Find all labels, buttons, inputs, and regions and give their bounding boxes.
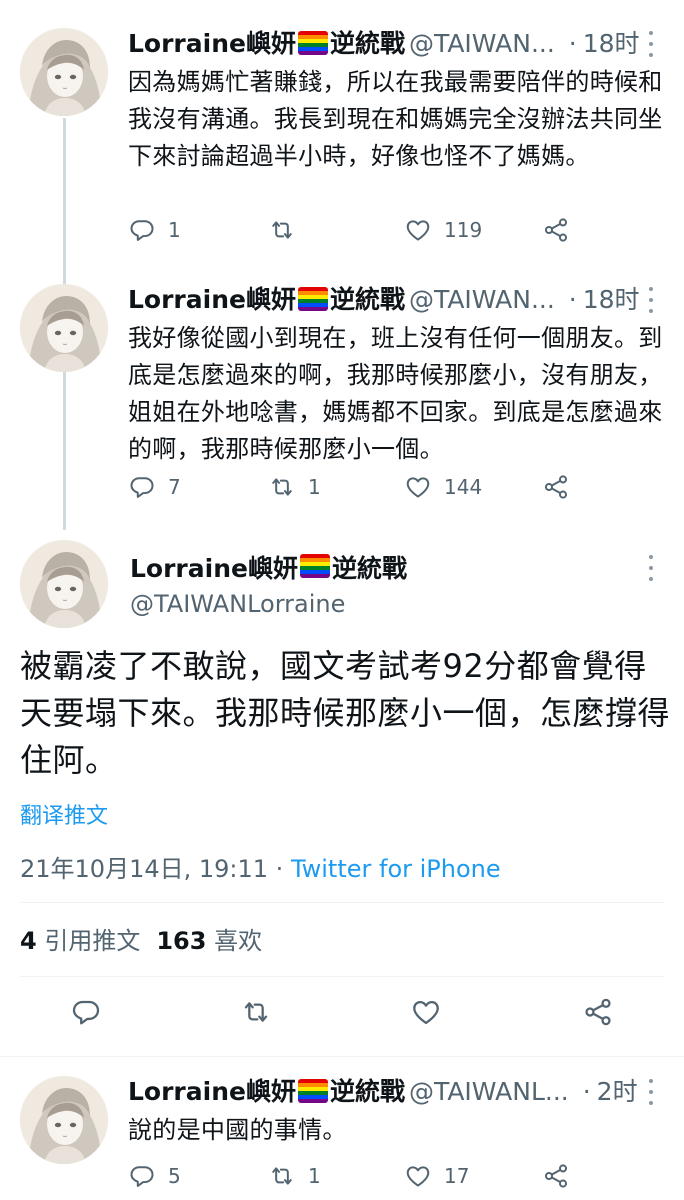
retweet-count: 1 [308,1164,321,1188]
user-handle[interactable]: @TAIWAN... [409,283,555,317]
likes-stat[interactable]: 163 喜欢 [156,927,262,955]
reply-icon [70,996,102,1028]
reply-button[interactable]: 5 [128,1158,181,1194]
tweet-actions: 7 1 144 [128,469,598,505]
divider [0,1056,684,1057]
separator-dot: · [568,29,577,58]
reply-icon [128,216,156,244]
share-icon [542,216,570,244]
like-count: 163 [156,927,207,955]
retweet-icon [268,216,296,244]
retweet-button[interactable]: 1 [268,469,321,505]
retweet-icon [268,473,296,501]
display-name[interactable]: Lorraine嶼妍 [128,1075,296,1109]
divider [20,976,664,977]
reply-count: 7 [168,475,181,499]
tweet-header: Lorraine嶼妍 逆統戰 @TAIWANL... · 2时 [128,1075,638,1109]
more-icon[interactable] [648,555,654,581]
like-icon [410,996,442,1028]
retweet-button[interactable]: 1 [268,1158,321,1194]
avatar[interactable] [20,540,108,628]
tweet-actions [0,994,684,1038]
tweet-text: 被霸凌了不敢說，國文考試考92分都會覺得天要塌下來。我那時候那麼小一個，怎麼撐得… [20,647,671,779]
reply-count: 5 [168,1164,181,1188]
more-icon[interactable] [648,1079,654,1105]
retweet-count: 1 [308,475,321,499]
like-button[interactable]: 17 [404,1158,469,1194]
tweet-source-link[interactable]: Twitter for iPhone [291,855,501,883]
like-button[interactable] [410,994,442,1030]
more-icon[interactable] [648,31,654,57]
timestamp[interactable]: 2时 [597,1075,638,1109]
avatar[interactable] [20,1076,108,1164]
like-icon [404,1162,432,1190]
timestamp[interactable]: 18时 [583,27,640,61]
share-button[interactable] [542,1158,570,1194]
display-name-suffix[interactable]: 逆統戰 [330,27,405,61]
like-icon [404,473,432,501]
share-button[interactable] [542,212,570,248]
display-name-suffix[interactable]: 逆統戰 [332,549,407,585]
tweet-text: 因為媽媽忙著賺錢，所以在我最需要陪伴的時候和我沒有溝通。我長到現在和媽媽完全沒辦… [128,68,663,170]
tweet-stats: 4 引用推文 163 喜欢 [20,921,262,956]
like-count: 17 [444,1164,470,1188]
share-icon [542,473,570,501]
more-icon[interactable] [648,287,654,313]
share-button[interactable] [542,469,570,505]
like-count: 144 [444,475,483,499]
share-button[interactable] [582,994,614,1030]
translate-tweet-link[interactable]: 翻译推文 [20,798,108,830]
share-icon [542,1162,570,1190]
separator-dot: · [582,1077,591,1106]
like-count: 119 [444,218,483,242]
rainbow-flag-icon [297,31,328,55]
display-name[interactable]: Lorraine嶼妍 [128,283,296,317]
display-name-suffix[interactable]: 逆統戰 [330,1075,405,1109]
tweet-text: 說的是中國的事情。 [128,1116,347,1144]
user-handle[interactable]: @TAIWAN... [409,27,555,61]
like-icon [404,216,432,244]
rainbow-flag-icon [297,287,328,311]
reply-count: 1 [168,218,181,242]
display-name[interactable]: Lorraine嶼妍 [128,27,296,61]
user-handle[interactable]: @TAIWANL... [409,1075,569,1109]
reply-button[interactable]: 7 [128,469,181,505]
tweet-text: 我好像從國小到現在，班上沒有任何一個朋友。到底是怎麼過來的啊，我那時候那麼小，沒… [128,324,663,463]
rainbow-flag-icon [297,1079,328,1103]
quote-count: 4 [20,927,37,955]
tweet-meta: 21年10月14日, 19:11 · Twitter for iPhone [20,849,501,884]
retweet-button[interactable] [268,212,308,248]
reply-button[interactable] [70,994,102,1030]
display-name-row[interactable]: Lorraine嶼妍 逆統戰 [130,549,407,585]
reply-icon [128,1162,156,1190]
separator-dot: · [568,285,577,314]
tweet-header: Lorraine嶼妍 逆統戰 @TAIWAN... · 18时 [128,27,640,61]
rainbow-flag-icon [299,554,330,578]
avatar[interactable] [20,284,108,372]
tweet-actions: 1 119 [128,212,598,248]
tweet-actions: 5 1 17 [128,1158,598,1194]
user-handle[interactable]: @TAIWANLorraine [130,590,345,618]
tweet-date[interactable]: 21年10月14日, 19:11 [20,855,268,883]
reply-button[interactable]: 1 [128,212,181,248]
divider [20,902,664,903]
avatar[interactable] [20,28,108,116]
share-icon [582,996,614,1028]
quote-label: 引用推文 [44,927,141,955]
retweet-button[interactable] [240,994,272,1030]
tweet-header: Lorraine嶼妍 逆統戰 @TAIWAN... · 18时 [128,283,640,317]
timestamp[interactable]: 18时 [583,283,640,317]
retweet-icon [240,996,272,1028]
quote-tweets-stat[interactable]: 4 引用推文 [20,927,140,955]
retweet-icon [268,1162,296,1190]
display-name[interactable]: Lorraine嶼妍 [130,549,298,585]
reply-icon [128,473,156,501]
like-button[interactable]: 144 [404,469,482,505]
display-name-suffix[interactable]: 逆統戰 [330,283,405,317]
like-button[interactable]: 119 [404,212,482,248]
like-label: 喜欢 [214,927,263,955]
separator-dot: · [268,855,291,883]
